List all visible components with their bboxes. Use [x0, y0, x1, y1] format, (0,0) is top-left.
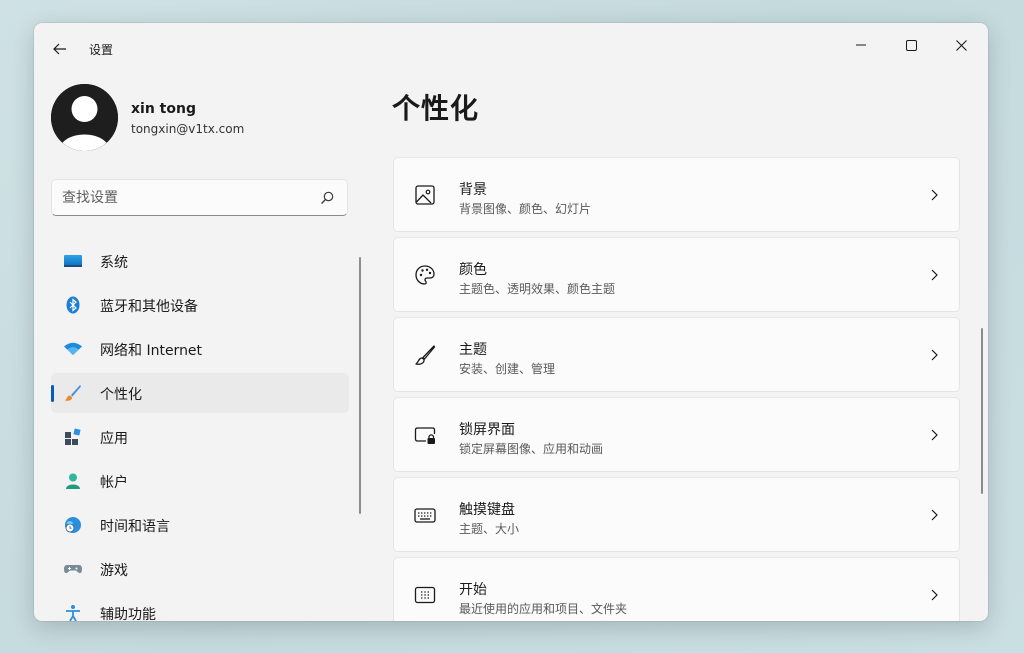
sidebar-item-label: 辅助功能: [100, 607, 156, 621]
sidebar-item-label: 系统: [100, 255, 128, 271]
sidebar-item-accounts[interactable]: 帐户: [51, 461, 349, 501]
image-icon: [415, 185, 435, 205]
card-themes[interactable]: 主题 安装、创建、管理: [393, 317, 960, 392]
avatar[interactable]: [51, 84, 118, 151]
chevron-right-icon: [931, 589, 938, 601]
sidebar-item-time-language[interactable]: 时间和语言: [51, 505, 349, 545]
card-description: 安装、创建、管理: [459, 362, 556, 376]
card-description: 锁定屏幕图像、应用和动画: [459, 442, 604, 456]
close-button[interactable]: [938, 29, 984, 61]
card-description: 背景图像、颜色、幻灯片: [459, 202, 592, 216]
arrow-left-icon: [53, 43, 66, 55]
accessibility-icon: [66, 605, 80, 621]
card-description: 主题、大小: [459, 522, 520, 536]
user-silhouette-icon: [51, 84, 118, 151]
card-description: 主题色、透明效果、颜色主题: [459, 282, 616, 296]
card-background[interactable]: 背景 背景图像、颜色、幻灯片: [393, 157, 960, 232]
paintbrush-icon: [65, 385, 81, 401]
card-title: 触摸键盘: [459, 502, 515, 518]
user-name: xin tong: [131, 101, 196, 117]
active-indicator: [51, 385, 54, 402]
sidebar-item-label: 蓝牙和其他设备: [100, 299, 198, 315]
main-scrollbar[interactable]: [981, 328, 983, 494]
sidebar-item-label: 游戏: [100, 563, 128, 579]
card-title: 背景: [459, 182, 487, 198]
search-icon[interactable]: [319, 190, 335, 206]
card-lock-screen[interactable]: 锁屏界面 锁定屏幕图像、应用和动画: [393, 397, 960, 472]
sidebar-item-apps[interactable]: 应用: [51, 417, 349, 457]
gamepad-icon: [64, 565, 82, 574]
lock-screen-icon: [414, 427, 436, 444]
sidebar-item-label: 帐户: [100, 475, 128, 491]
sidebar-item-personalization[interactable]: 个性化: [51, 373, 349, 413]
settings-card-list: 背景 背景图像、颜色、幻灯片 颜色 主题色、透明效果、颜色主题 主题 安装、创建…: [393, 157, 960, 621]
card-title: 开始: [459, 582, 487, 598]
keyboard-icon: [414, 508, 436, 523]
card-touch-keyboard[interactable]: 触摸键盘 主题、大小: [393, 477, 960, 552]
sidebar-item-system[interactable]: 系统: [51, 241, 349, 281]
brush-icon: [415, 345, 436, 365]
card-start[interactable]: 开始 最近使用的应用和项目、文件夹: [393, 557, 960, 621]
settings-window: 设置 xin tong tongxin@v1tx.com 查找设置 系统 蓝牙和…: [34, 23, 988, 621]
card-description: 最近使用的应用和项目、文件夹: [459, 602, 628, 616]
sidebar-scrollbar[interactable]: [359, 257, 361, 514]
search-box: [51, 179, 348, 216]
sidebar-item-accessibility[interactable]: 辅助功能: [51, 593, 349, 621]
apps-icon: [65, 428, 81, 445]
back-button[interactable]: [48, 37, 72, 61]
close-icon: [955, 39, 967, 51]
wifi-icon: [64, 342, 82, 355]
title-bar: 设置: [34, 23, 988, 71]
sidebar-item-label: 个性化: [100, 387, 142, 403]
chevron-right-icon: [931, 349, 938, 361]
sidebar-item-gaming[interactable]: 游戏: [51, 549, 349, 589]
page-title: 个性化: [392, 92, 480, 125]
user-email: tongxin@v1tx.com: [131, 122, 245, 136]
bluetooth-icon: [66, 296, 80, 314]
search-input[interactable]: [62, 188, 302, 208]
chevron-right-icon: [931, 509, 938, 521]
card-colors[interactable]: 颜色 主题色、透明效果、颜色主题: [393, 237, 960, 312]
palette-icon: [415, 265, 435, 285]
sidebar-item-network[interactable]: 网络和 Internet: [51, 329, 349, 369]
chevron-right-icon: [931, 189, 938, 201]
maximize-icon: [905, 39, 917, 51]
sidebar-item-bluetooth[interactable]: 蓝牙和其他设备: [51, 285, 349, 325]
account-icon: [66, 473, 80, 489]
monitor-icon: [64, 255, 82, 267]
card-title: 锁屏界面: [459, 422, 515, 438]
globe-clock-icon: [65, 517, 81, 533]
sidebar-item-label: 网络和 Internet: [100, 343, 203, 359]
minimize-button[interactable]: [838, 29, 884, 61]
sidebar-nav: 系统 蓝牙和其他设备 网络和 Internet 个性化 应用 帐户 时间和语言 …: [51, 241, 351, 621]
sidebar-item-label: 应用: [100, 431, 128, 447]
sidebar-item-label: 时间和语言: [100, 519, 170, 535]
chevron-right-icon: [931, 429, 938, 441]
chevron-right-icon: [931, 269, 938, 281]
start-icon: [414, 586, 436, 604]
app-title: 设置: [89, 43, 114, 57]
card-title: 主题: [459, 342, 487, 358]
minimize-icon: [856, 44, 866, 46]
card-title: 颜色: [459, 262, 487, 278]
maximize-button[interactable]: [888, 29, 934, 61]
